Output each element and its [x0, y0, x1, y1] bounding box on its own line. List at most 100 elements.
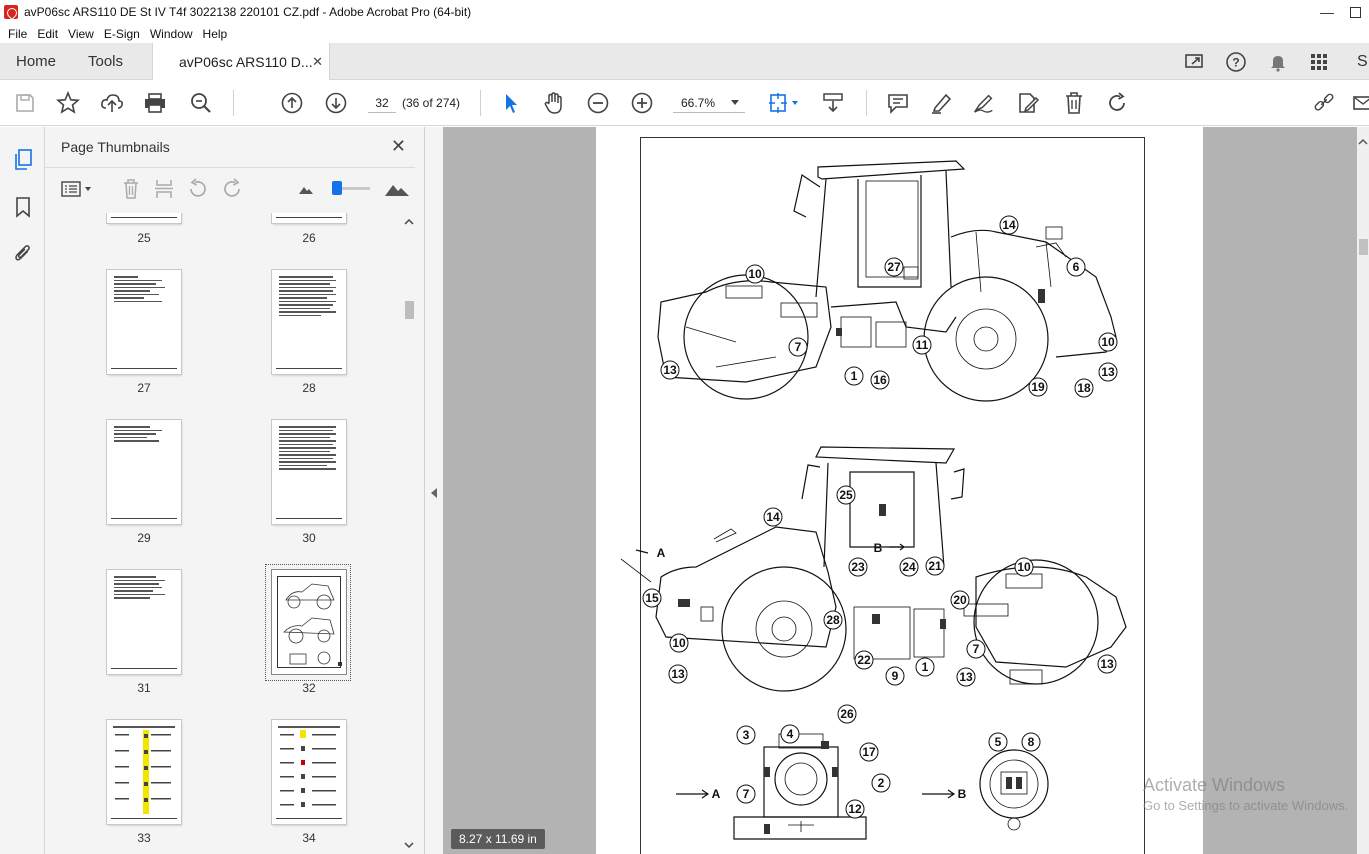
- menu-window[interactable]: Window: [145, 27, 198, 41]
- menu-view[interactable]: View: [63, 27, 99, 41]
- hand-icon[interactable]: [542, 91, 566, 115]
- menu-help[interactable]: Help: [198, 27, 233, 41]
- page-size-indicator: 8.27 x 11.69 in: [451, 829, 545, 849]
- fit-page-icon[interactable]: [766, 91, 802, 115]
- find-icon[interactable]: [189, 91, 213, 115]
- tab-document[interactable]: avP06sc ARS110 D... ✕: [152, 43, 330, 81]
- prev-page-icon[interactable]: [280, 91, 304, 115]
- page-thumbnail[interactable]: [272, 420, 346, 524]
- svg-text:18: 18: [1077, 381, 1091, 395]
- callout: 19: [1028, 377, 1048, 397]
- thumbnail-label: 31: [137, 681, 151, 695]
- zoom-out-icon[interactable]: [586, 91, 610, 115]
- insert-page-icon[interactable]: [153, 178, 175, 200]
- select-cursor-icon[interactable]: [498, 91, 522, 115]
- notifications-bell-icon[interactable]: [1267, 51, 1289, 73]
- thumbnail-preview: [278, 726, 340, 807]
- page-thumbnail[interactable]: [107, 720, 181, 824]
- page-thumbnail[interactable]: [107, 270, 181, 374]
- svg-text:1: 1: [922, 660, 929, 674]
- attachment-icon[interactable]: [10, 240, 36, 266]
- zoom-level-select[interactable]: 66.7%: [673, 93, 745, 113]
- roller-side-view-right: [657, 160, 1117, 402]
- panel-collapse-handle[interactable]: [425, 127, 443, 854]
- close-panel-button[interactable]: ✕: [391, 136, 406, 157]
- star-icon[interactable]: [56, 91, 80, 115]
- apps-grid-icon[interactable]: [1308, 51, 1330, 73]
- share-screen-icon[interactable]: [1184, 51, 1206, 73]
- scrollbar-thumb[interactable]: [405, 301, 414, 319]
- svg-text:28: 28: [826, 613, 840, 627]
- maximize-button[interactable]: [1350, 0, 1369, 24]
- thumbnails-scrollbar[interactable]: [402, 213, 416, 854]
- close-tab-button[interactable]: ✕: [312, 54, 323, 70]
- detail-view-b: B: [922, 749, 1049, 831]
- save-icon[interactable]: [13, 91, 37, 115]
- thumbnail-options-icon[interactable]: [59, 178, 95, 200]
- share-link-icon[interactable]: [1312, 91, 1336, 115]
- sign-in-button[interactable]: S: [1357, 43, 1368, 80]
- callout: 4: [780, 724, 800, 744]
- print-icon[interactable]: [143, 91, 167, 115]
- page-thumbnail-current[interactable]: [272, 570, 346, 674]
- highlight-icon[interactable]: [929, 91, 953, 115]
- tab-home[interactable]: Home: [16, 43, 56, 80]
- svg-text:4: 4: [787, 727, 794, 741]
- scroll-mode-icon[interactable]: [821, 91, 845, 115]
- roller-side-view-left: [620, 446, 1127, 692]
- svg-text:7: 7: [795, 340, 802, 354]
- comment-icon[interactable]: [886, 91, 910, 115]
- menu-esign[interactable]: E-Sign: [99, 27, 145, 41]
- small-thumbnails-icon[interactable]: [295, 178, 317, 200]
- document-view[interactable]: 14 6 27 10 7 11 10 13 1 16 19 18 13 25 1…: [443, 127, 1357, 854]
- next-page-icon[interactable]: [324, 91, 348, 115]
- page-thumbnail[interactable]: [272, 213, 346, 223]
- callout: 11: [912, 335, 932, 355]
- scroll-down-arrow-icon[interactable]: [402, 840, 416, 850]
- callout: 1: [844, 366, 864, 386]
- edit-pdf-icon[interactable]: [1016, 91, 1040, 115]
- callout: 23: [848, 557, 868, 577]
- large-thumbnails-icon[interactable]: [383, 178, 411, 200]
- thumbnail-label: 28: [302, 381, 316, 395]
- scroll-up-arrow-icon[interactable]: [402, 217, 416, 227]
- callout: 13: [1097, 654, 1117, 674]
- page-thumbnail[interactable]: [272, 270, 346, 374]
- upload-icon[interactable]: [100, 91, 124, 115]
- svg-text:10: 10: [672, 636, 686, 650]
- minimize-button[interactable]: —: [1304, 0, 1350, 24]
- delete-icon[interactable]: [1062, 91, 1086, 115]
- scrollbar-thumb[interactable]: [1359, 239, 1368, 255]
- page-thumbnail[interactable]: [107, 420, 181, 524]
- menu-file[interactable]: File: [3, 27, 32, 41]
- callout: 10: [1098, 332, 1118, 352]
- page-thumbnail[interactable]: [107, 570, 181, 674]
- view-label-b-bottom: B: [958, 787, 967, 801]
- chevron-down-icon: [731, 100, 739, 105]
- slider-handle[interactable]: [332, 181, 342, 195]
- callout: 6: [1066, 257, 1086, 277]
- sign-icon[interactable]: [972, 91, 996, 115]
- rotate-icon[interactable]: [1105, 91, 1129, 115]
- rotate-left-icon[interactable]: [187, 178, 209, 200]
- callout: 1: [915, 657, 935, 677]
- email-icon[interactable]: [1352, 91, 1369, 115]
- page-number-input[interactable]: [368, 93, 396, 113]
- svg-text:24: 24: [902, 560, 916, 574]
- page-thumbnail[interactable]: [107, 213, 181, 223]
- svg-text:27: 27: [887, 260, 901, 274]
- tab-tools[interactable]: Tools: [88, 43, 123, 80]
- bookmark-icon[interactable]: [10, 194, 36, 220]
- help-icon[interactable]: ?: [1225, 51, 1247, 73]
- page-thumbnail[interactable]: [272, 720, 346, 824]
- delete-page-icon[interactable]: [120, 178, 142, 200]
- thumbnail-preview: [283, 583, 342, 666]
- document-scrollbar[interactable]: [1357, 127, 1369, 854]
- page-thumbnails-icon[interactable]: [10, 147, 36, 173]
- zoom-in-icon[interactable]: [630, 91, 654, 115]
- rotate-right-icon[interactable]: [221, 178, 243, 200]
- svg-text:1: 1: [851, 369, 858, 383]
- thumbnail-label: 26: [302, 231, 316, 245]
- menu-edit[interactable]: Edit: [32, 27, 63, 41]
- scroll-up-arrow-icon[interactable]: [1357, 137, 1369, 147]
